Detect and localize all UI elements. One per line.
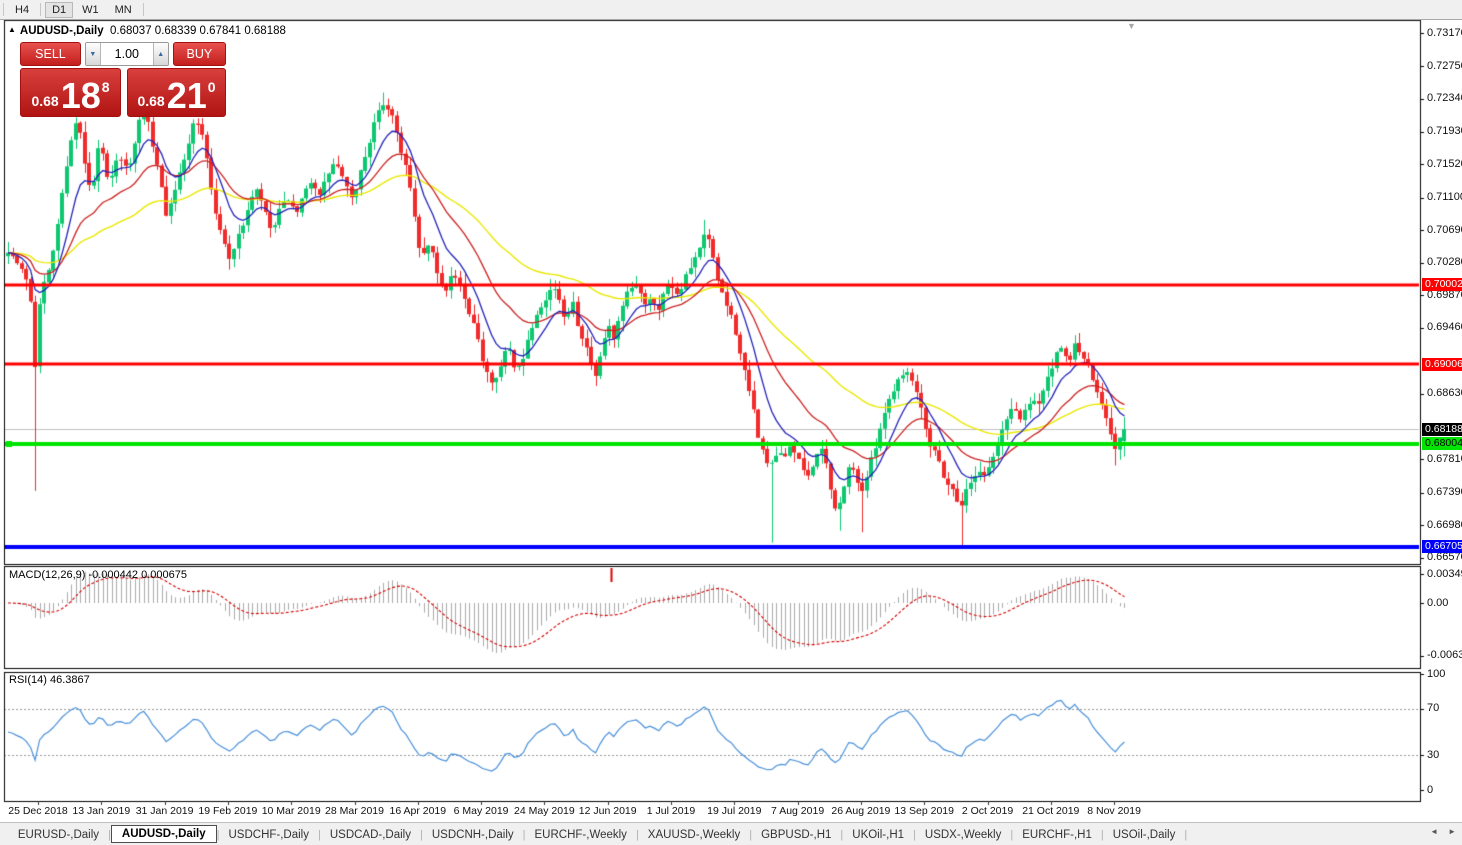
price-tick-label: 0.66980 — [1427, 518, 1462, 531]
rsi-tick-label: 100 — [1427, 667, 1446, 680]
tab-ukoil-h1[interactable]: UKOil-,H1 — [843, 826, 913, 844]
sell-price-button[interactable]: 0.68 18 8 — [20, 68, 121, 117]
buy-price-prefix: 0.68 — [137, 93, 165, 109]
buy-price-button[interactable]: 0.68 21 0 — [127, 68, 226, 117]
price-badge: 0.68188 — [1422, 422, 1462, 436]
date-tick-label: 19 Feb 2019 — [198, 805, 258, 817]
tab-usdcnh-daily[interactable]: USDCNH-,Daily — [423, 826, 523, 844]
date-tick-label: 24 May 2019 — [514, 805, 575, 817]
volume-up-icon[interactable]: ▲ — [152, 43, 168, 65]
rsi-tick-label: 70 — [1427, 702, 1440, 715]
price-tick-label: 0.70280 — [1427, 256, 1462, 269]
price-tick-label: 0.70690 — [1427, 223, 1462, 236]
chart-canvas[interactable] — [0, 0, 1462, 845]
price-tick-label: 0.68630 — [1427, 387, 1462, 400]
price-badge: 0.66705 — [1422, 540, 1462, 554]
price-badge: 0.69006 — [1422, 357, 1462, 371]
date-tick-label: 26 Aug 2019 — [831, 805, 891, 817]
rsi-tick-label: 30 — [1427, 748, 1440, 761]
rsi-indicator-label: RSI(14) 46.3867 — [9, 674, 90, 686]
price-tick-label: 0.67810 — [1427, 452, 1462, 465]
price-tick-label: 0.72340 — [1427, 92, 1462, 105]
tab-usdcad-daily[interactable]: USDCAD-,Daily — [321, 826, 420, 844]
tab-bar-padding — [0, 826, 9, 844]
price-tick-label: 0.73170 — [1427, 26, 1462, 39]
date-tick-label: 8 Nov 2019 — [1087, 805, 1141, 817]
timeframe-button-h4[interactable]: H4 — [8, 2, 36, 18]
collapse-panel-icon[interactable]: ▲ — [8, 25, 16, 34]
chart-header: ▲ AUDUSD-,Daily 0.68037 0.68339 0.67841 0… — [8, 25, 286, 37]
sell-button[interactable]: SELL — [20, 42, 81, 66]
price-tick-label: 0.69460 — [1427, 321, 1462, 334]
rsi-tick-label: 0 — [1427, 783, 1434, 796]
tab-scroll-right-icon[interactable]: ► — [1448, 827, 1456, 836]
tab-usdx-weekly[interactable]: USDX-,Weekly — [916, 826, 1010, 844]
date-tick-label: 13 Jan 2019 — [72, 805, 131, 817]
timeframe-toolbar: H4 D1 W1 MN — [0, 0, 1462, 20]
date-tick-label: 19 Jul 2019 — [707, 805, 762, 817]
macd-indicator-label: MACD(12,26,9) -0.000442 0.000675 — [9, 569, 187, 581]
date-tick-label: 31 Jan 2019 — [135, 805, 194, 817]
volume-input[interactable] — [100, 43, 153, 65]
tab-audusd-daily[interactable]: AUDUSD-,Daily — [110, 825, 217, 843]
sell-price-pip: 8 — [101, 79, 110, 95]
date-tick-label: 7 Aug 2019 — [771, 805, 825, 817]
tab-scroll-left-icon[interactable]: ◄ — [1430, 827, 1438, 836]
price-tick-label: 0.67390 — [1427, 486, 1462, 498]
chart-symbol-label: AUDUSD-,Daily — [19, 25, 104, 37]
date-tick-label: 6 May 2019 — [453, 805, 509, 817]
symbol-tab-bar: EURUSD-,Daily | AUDUSD-,Daily | USDCHF-,Dail… — [0, 822, 1462, 845]
volume-stepper: ▼ ▲ — [84, 42, 169, 66]
tab-eurusd-daily[interactable]: EURUSD-,Daily — [9, 826, 108, 844]
date-tick-label: 2 Oct 2019 — [961, 805, 1014, 817]
date-tick-label: 21 Oct 2019 — [1022, 805, 1080, 817]
toolbar-separator — [40, 3, 42, 16]
tab-separator: | — [1184, 828, 1188, 841]
date-tick-label: 28 Mar 2019 — [325, 805, 384, 817]
date-tick-label: 25 Dec 2018 — [8, 805, 68, 817]
tab-usoil-daily[interactable]: USOil-,Daily — [1104, 826, 1185, 844]
date-tick-label: 10 Mar 2019 — [261, 805, 321, 817]
price-tick-label: 0.71100 — [1427, 191, 1462, 204]
sell-price-prefix: 0.68 — [31, 93, 59, 109]
date-tick-label: 12 Jun 2019 — [578, 805, 637, 817]
macd-tick-label: 0.00 — [1427, 596, 1449, 609]
tab-usdchf-daily[interactable]: USDCHF-,Daily — [219, 826, 318, 844]
buy-button[interactable]: BUY — [172, 42, 227, 66]
timeframe-button-w1[interactable]: W1 — [75, 2, 106, 18]
buy-price-big: 21 — [166, 75, 207, 116]
date-tick-label: 16 Apr 2019 — [389, 805, 447, 817]
chart-ohlc-values: 0.68037 0.68339 0.67841 0.68188 — [110, 25, 286, 37]
tab-eurchf-h1[interactable]: EURCHF-,H1 — [1013, 826, 1101, 844]
toolbar-separator — [142, 3, 144, 16]
price-badge: 0.70002 — [1422, 278, 1462, 292]
tab-scroll-controls: ◄ ► — [1430, 827, 1456, 836]
tab-xauusd-weekly[interactable]: XAUUSD-,Weekly — [639, 826, 749, 844]
macd-tick-label: -0.00637 — [1427, 649, 1462, 662]
price-tick-label: 0.71930 — [1427, 125, 1462, 138]
buy-price-pip: 0 — [207, 79, 216, 95]
trading-platform-window: H4 D1 W1 MN ▲ AUDUSD-,Daily 0.68037 0.68339 … — [0, 0, 1462, 845]
sell-price-big: 18 — [60, 75, 101, 116]
timeframe-button-d1[interactable]: D1 — [45, 1, 74, 18]
tab-eurchf-weekly[interactable]: EURCHF-,Weekly — [526, 826, 636, 844]
price-tick-label: 0.71520 — [1427, 157, 1462, 170]
date-tick-label: 1 Jul 2019 — [646, 805, 696, 817]
toolbar-separator — [3, 3, 4, 16]
chart-shift-icon[interactable]: ▼ — [1127, 21, 1136, 31]
timeframe-button-mn[interactable]: MN — [108, 2, 139, 18]
tab-gbpusd-h1[interactable]: GBPUSD-,H1 — [752, 826, 840, 844]
price-tick-label: 0.72750 — [1427, 59, 1462, 72]
macd-tick-label: 0.00349 — [1427, 567, 1462, 580]
price-badge: 0.68004 — [1422, 437, 1462, 451]
one-click-trade-panel: SELL ▼ ▲ BUY 0.68 18 8 0.68 21 0 — [20, 42, 227, 117]
volume-down-icon[interactable]: ▼ — [85, 43, 101, 65]
date-tick-label: 13 Sep 2019 — [894, 805, 954, 817]
